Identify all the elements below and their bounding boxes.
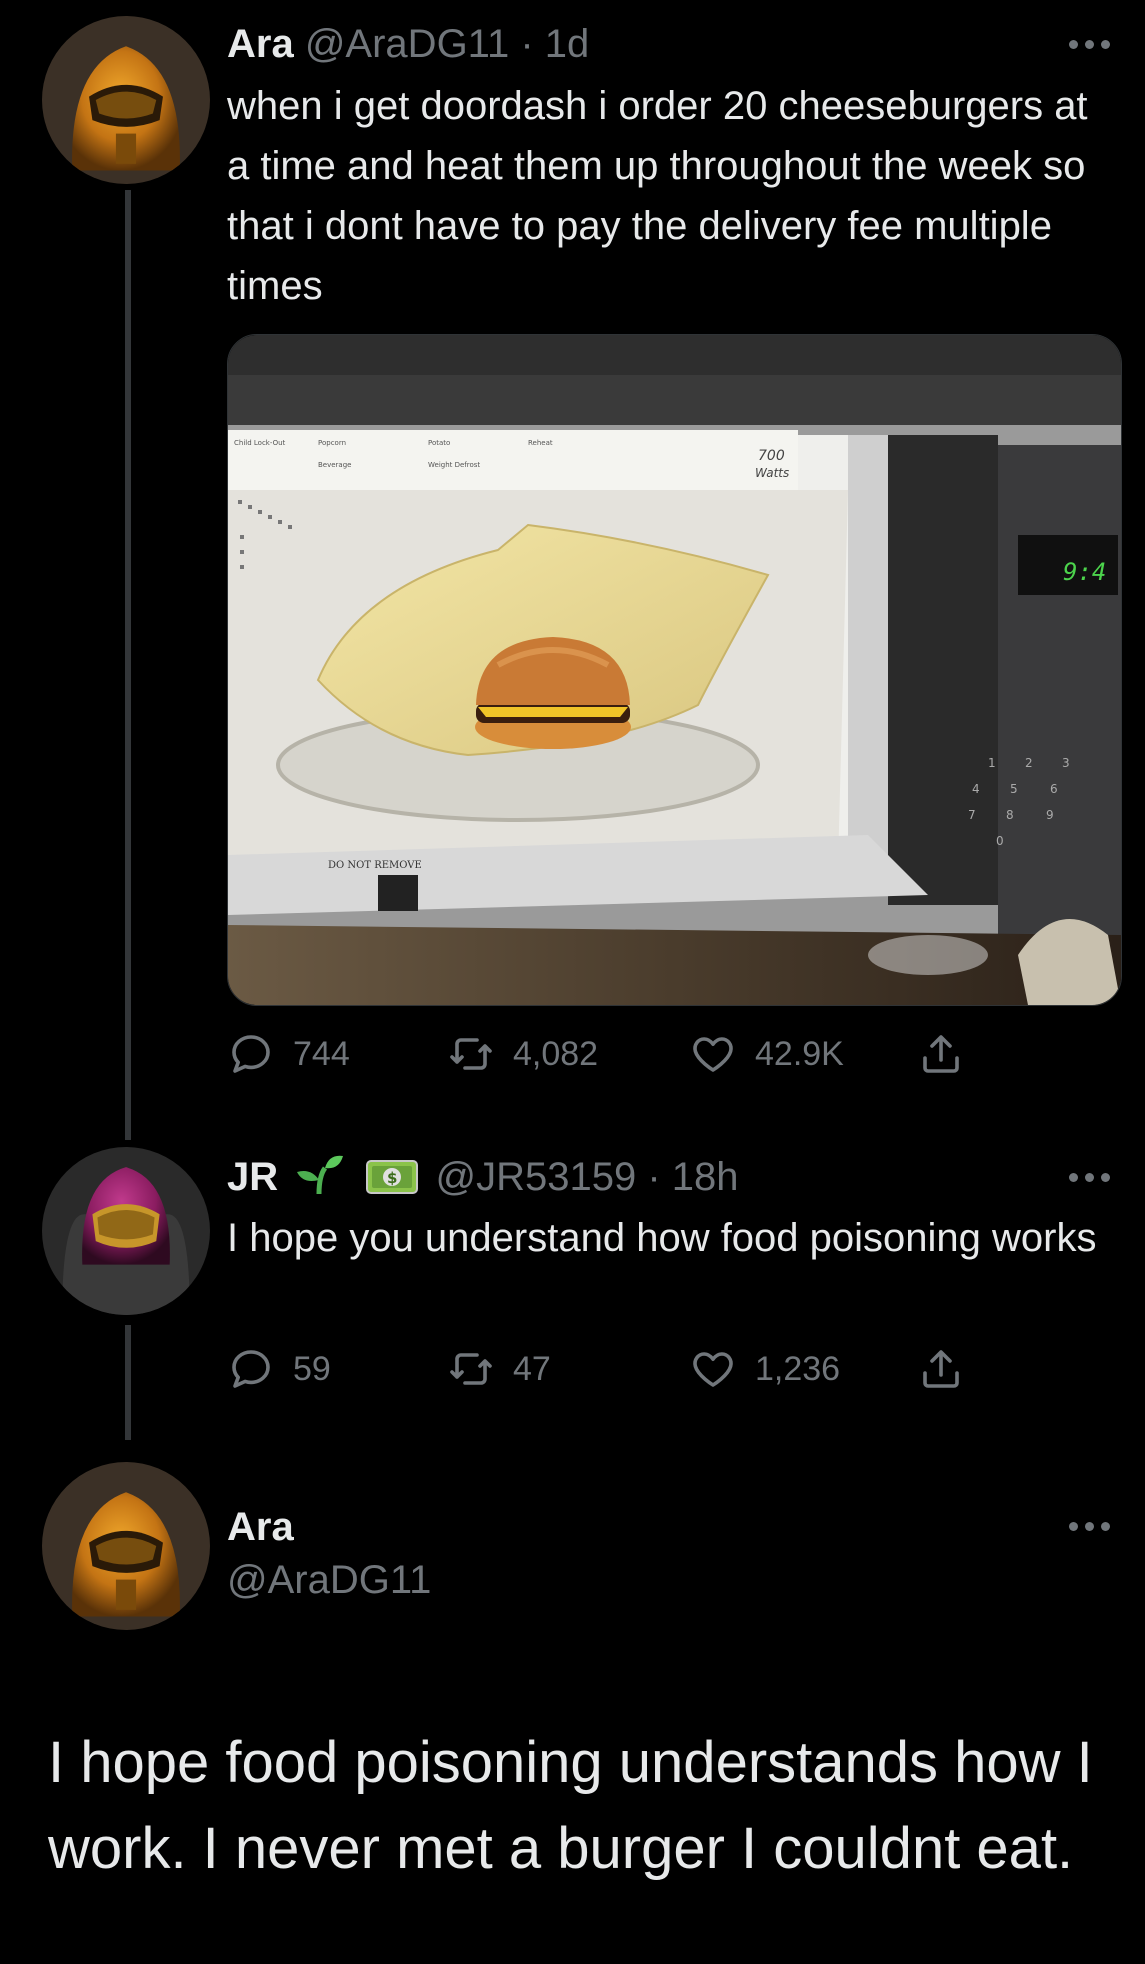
svg-text:Popcorn: Popcorn [318, 439, 346, 447]
tweet1-retweet-count: 4,082 [513, 1034, 599, 1073]
retweet-icon [450, 1353, 492, 1385]
tweet2-actions: 59 47 1,236 [227, 1345, 1027, 1405]
svg-text:9: 9 [1046, 808, 1054, 822]
svg-text:Child Lock-Out: Child Lock-Out [234, 439, 286, 447]
tweet3-author-name[interactable]: Ara [227, 1503, 294, 1551]
tweet2-like-count: 1,236 [755, 1349, 841, 1388]
heart-icon [693, 1037, 733, 1072]
thread-line-1 [125, 190, 131, 1140]
avatar-jr[interactable] [42, 1147, 210, 1315]
thread-line-2 [125, 1325, 131, 1440]
tweet1-reply-count: 744 [293, 1034, 350, 1073]
tweet1-photo[interactable]: Child Lock-Out Popcorn Potato Reheat Bev… [227, 334, 1122, 1006]
tweet2-retweet-count: 47 [513, 1349, 551, 1388]
svg-text:4: 4 [972, 782, 980, 796]
tweet2-share-button[interactable] [917, 1345, 965, 1393]
tweet2-like-button[interactable]: 1,236 [689, 1345, 840, 1393]
avatar-ara[interactable] [42, 1462, 210, 1630]
tweet1-author-name[interactable]: Ara [227, 22, 294, 66]
svg-text:5: 5 [1010, 782, 1018, 796]
tweet2-reply-count: 59 [293, 1349, 331, 1388]
share-icon [923, 1350, 959, 1388]
tweet2-timestamp[interactable]: · 18h [647, 1155, 738, 1199]
watts-value: 700 [758, 448, 785, 464]
more-icon[interactable] [1069, 1169, 1117, 1185]
heart-icon [693, 1352, 733, 1387]
dollar-banknote-icon: $ [366, 1160, 419, 1194]
watts-label: Watts [755, 466, 789, 480]
seedling-icon [297, 1155, 344, 1195]
more-icon[interactable] [1069, 36, 1117, 52]
tweet3-text: I hope food poisoning understands how I … [48, 1730, 1093, 1881]
avatar-ara[interactable] [42, 16, 210, 184]
tweet1-like-count: 42.9K [755, 1034, 844, 1073]
tweet1-actions: 744 4,082 42.9K [227, 1030, 1027, 1090]
reply-icon [232, 1035, 270, 1073]
tweet1-retweet-button[interactable]: 4,082 [447, 1030, 598, 1078]
tweet2-retweet-button[interactable]: 47 [447, 1345, 551, 1393]
svg-text:$: $ [387, 1169, 397, 1187]
tweet1-header: Ara @AraDG11 · 1d [227, 20, 589, 68]
retweet-icon [450, 1038, 492, 1070]
svg-text:8: 8 [1006, 808, 1014, 822]
share-icon [923, 1035, 959, 1073]
tweet1-share-button[interactable] [917, 1030, 965, 1078]
do-not-remove-label: DO NOT REMOVE [328, 860, 422, 871]
svg-text:Weight Defrost: Weight Defrost [428, 461, 480, 469]
svg-text:2: 2 [1025, 756, 1033, 770]
svg-text:Reheat: Reheat [528, 439, 553, 447]
tweet2-author-name[interactable]: JR [227, 1155, 278, 1199]
microwave-display: 9:4 [1063, 558, 1106, 586]
tweet2-header: JR $ @JR53159 · 18h [227, 1152, 739, 1201]
tweet3-author-handle[interactable]: @AraDG11 [227, 1556, 431, 1604]
tweet2-reply-button[interactable]: 59 [227, 1345, 331, 1393]
svg-text:0: 0 [996, 834, 1004, 848]
tweet1-author-handle[interactable]: @AraDG11 [305, 22, 509, 66]
tweet1-like-button[interactable]: 42.9K [689, 1030, 844, 1078]
svg-text:3: 3 [1062, 756, 1070, 770]
svg-text:7: 7 [968, 808, 976, 822]
tweet1-text: when i get doordash i order 20 cheesebur… [227, 84, 1088, 308]
more-icon[interactable] [1069, 1518, 1117, 1534]
tweet1-timestamp[interactable]: · 1d [520, 22, 589, 66]
tweet2-author-handle[interactable]: @JR53159 [436, 1155, 637, 1199]
svg-text:Beverage: Beverage [318, 461, 351, 469]
reply-icon [232, 1350, 270, 1388]
svg-text:6: 6 [1050, 782, 1058, 796]
tweet1-reply-button[interactable]: 744 [227, 1030, 350, 1078]
svg-text:1: 1 [988, 756, 996, 770]
tweet2-text: I hope you understand how food poisoning… [227, 1216, 1097, 1260]
svg-text:Potato: Potato [428, 439, 450, 447]
